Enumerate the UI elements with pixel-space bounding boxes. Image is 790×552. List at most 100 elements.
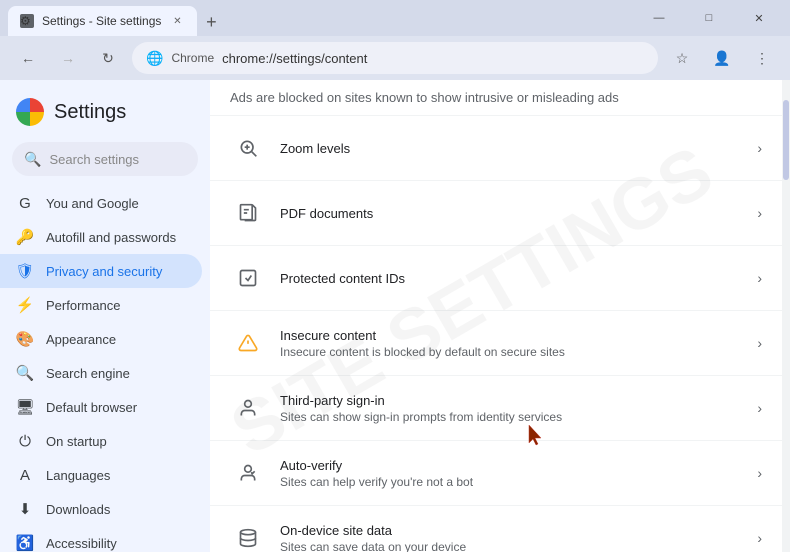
zoom-levels-chevron: › <box>757 140 762 156</box>
sidebar-nav: G You and Google 🔑 Autofill and password… <box>0 186 210 552</box>
sidebar-item-downloads[interactable]: ⬇ Downloads <box>0 492 202 526</box>
sidebar-label-on-startup: On startup <box>46 434 107 449</box>
third-party-signin-chevron: › <box>757 400 762 416</box>
sidebar-item-on-startup[interactable]: ⏻ On startup <box>0 424 202 458</box>
top-info-bar: Ads are blocked on sites known to show i… <box>210 80 782 116</box>
sidebar-item-performance[interactable]: ⚡ Performance <box>0 288 202 322</box>
protected-content-chevron: › <box>757 270 762 286</box>
content-item-on-device-site-data[interactable]: On-device site data Sites can save data … <box>210 506 782 552</box>
active-tab[interactable]: ⚙ Settings - Site settings ✕ <box>8 6 197 36</box>
content-area[interactable]: Ads are blocked on sites known to show i… <box>210 80 782 552</box>
privacy-icon: 🛡 <box>16 262 34 280</box>
close-button[interactable]: ✕ <box>736 4 782 32</box>
pdf-documents-text: PDF documents <box>280 206 757 221</box>
sidebar-item-default-browser[interactable]: 🖥 Default browser <box>0 390 202 424</box>
profile-button[interactable]: 👤 <box>706 42 738 74</box>
sidebar-item-search-engine[interactable]: 🔍 Search engine <box>0 356 202 390</box>
sidebar: Settings 🔍 Search settings G You and Goo… <box>0 80 210 552</box>
content-item-insecure-content[interactable]: Insecure content Insecure content is blo… <box>210 311 782 376</box>
main-content: Settings 🔍 Search settings G You and Goo… <box>0 80 790 552</box>
content-items: Zoom levels › PDF documents › Protected … <box>210 116 782 552</box>
sidebar-header: Settings <box>0 88 210 138</box>
scrollbar-thumb <box>783 100 789 180</box>
auto-verify-chevron: › <box>757 465 762 481</box>
auto-verify-text: Auto-verify Sites can help verify you're… <box>280 458 757 489</box>
insecure-content-title: Insecure content <box>280 328 757 343</box>
auto-verify-subtitle: Sites can help verify you're not a bot <box>280 475 757 489</box>
sidebar-item-autofill[interactable]: 🔑 Autofill and passwords <box>0 220 202 254</box>
content-item-third-party-signin[interactable]: Third-party sign-in Sites can show sign-… <box>210 376 782 441</box>
site-icon: 🌐 <box>146 50 163 67</box>
pdf-documents-title: PDF documents <box>280 206 757 221</box>
sidebar-item-you-and-google[interactable]: G You and Google <box>0 186 202 220</box>
new-tab-button[interactable]: + <box>197 8 225 36</box>
sidebar-label-autofill: Autofill and passwords <box>46 230 176 245</box>
sidebar-item-accessibility[interactable]: ♿ Accessibility <box>0 526 202 552</box>
on-startup-icon: ⏻ <box>16 432 34 450</box>
sidebar-item-languages[interactable]: A Languages <box>0 458 202 492</box>
on-device-site-data-text: On-device site data Sites can save data … <box>280 523 757 552</box>
auto-verify-title: Auto-verify <box>280 458 757 473</box>
sidebar-label-languages: Languages <box>46 468 110 483</box>
settings-title: Settings <box>54 101 126 124</box>
autofill-icon: 🔑 <box>16 228 34 246</box>
insecure-content-icon <box>230 325 266 361</box>
sidebar-label-search-engine: Search engine <box>46 366 130 381</box>
zoom-levels-icon <box>230 130 266 166</box>
third-party-signin-icon <box>230 390 266 426</box>
insecure-content-text: Insecure content Insecure content is blo… <box>280 328 757 359</box>
url-bar[interactable]: 🌐 Chrome chrome://settings/content <box>132 42 658 74</box>
minimize-button[interactable]: — <box>636 4 682 32</box>
on-device-site-data-title: On-device site data <box>280 523 757 538</box>
downloads-icon: ⬇ <box>16 500 34 518</box>
on-device-site-data-subtitle: Sites can save data on your device <box>280 540 757 552</box>
url-prefix: Chrome <box>171 51 214 65</box>
insecure-content-subtitle: Insecure content is blocked by default o… <box>280 345 757 359</box>
on-device-site-data-icon <box>230 520 266 552</box>
tab-close-button[interactable]: ✕ <box>169 13 185 29</box>
forward-button[interactable]: → <box>52 42 84 74</box>
zoom-levels-title: Zoom levels <box>280 141 757 156</box>
sidebar-label-downloads: Downloads <box>46 502 110 517</box>
title-bar: ⚙ Settings - Site settings ✕ + — □ ✕ <box>0 0 790 36</box>
languages-icon: A <box>16 466 34 484</box>
default-browser-icon: 🖥 <box>16 398 34 416</box>
sidebar-label-performance: Performance <box>46 298 120 313</box>
appearance-icon: 🎨 <box>16 330 34 348</box>
back-button[interactable]: ← <box>12 42 44 74</box>
search-container: 🔍 Search settings <box>0 138 210 186</box>
content-item-zoom-levels[interactable]: Zoom levels › <box>210 116 782 181</box>
content-item-auto-verify[interactable]: Auto-verify Sites can help verify you're… <box>210 441 782 506</box>
bookmark-button[interactable]: ☆ <box>666 42 698 74</box>
pdf-documents-chevron: › <box>757 205 762 221</box>
third-party-signin-text: Third-party sign-in Sites can show sign-… <box>280 393 757 424</box>
search-bar[interactable]: 🔍 Search settings <box>12 142 198 176</box>
content-scrollbar[interactable] <box>782 80 790 552</box>
sidebar-label-you-and-google: You and Google <box>46 196 139 211</box>
accessibility-icon: ♿ <box>16 534 34 552</box>
reload-button[interactable]: ↻ <box>92 42 124 74</box>
protected-content-title: Protected content IDs <box>280 271 757 286</box>
tab-strip: ⚙ Settings - Site settings ✕ + <box>8 0 632 36</box>
window-controls: — □ ✕ <box>636 4 782 32</box>
performance-icon: ⚡ <box>16 296 34 314</box>
maximize-button[interactable]: □ <box>686 4 732 32</box>
content-item-pdf-documents[interactable]: PDF documents › <box>210 181 782 246</box>
browser-frame: ⚙ Settings - Site settings ✕ + — □ ✕ ← →… <box>0 0 790 552</box>
tab-favicon: ⚙ <box>20 14 34 28</box>
sidebar-item-privacy[interactable]: 🛡 Privacy and security <box>0 254 202 288</box>
search-placeholder: Search settings <box>49 152 139 167</box>
sidebar-item-appearance[interactable]: 🎨 Appearance <box>0 322 202 356</box>
content-item-protected-content[interactable]: Protected content IDs › <box>210 246 782 311</box>
menu-button[interactable]: ⋮ <box>746 42 778 74</box>
url-text: chrome://settings/content <box>222 51 644 66</box>
sidebar-label-appearance: Appearance <box>46 332 116 347</box>
insecure-content-chevron: › <box>757 335 762 351</box>
on-device-site-data-chevron: › <box>757 530 762 546</box>
pdf-documents-icon <box>230 195 266 231</box>
sidebar-label-privacy: Privacy and security <box>46 264 162 279</box>
zoom-levels-text: Zoom levels <box>280 141 757 156</box>
top-info-text: Ads are blocked on sites known to show i… <box>230 90 619 105</box>
search-engine-icon: 🔍 <box>16 364 34 382</box>
sidebar-label-accessibility: Accessibility <box>46 536 117 551</box>
